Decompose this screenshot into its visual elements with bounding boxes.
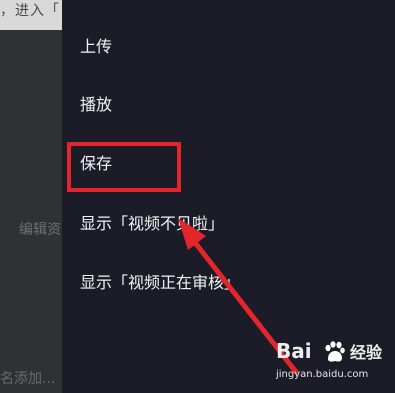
watermark-url: jingyan.baidu.com — [276, 369, 369, 380]
background-header: ，进入「 — [0, 0, 62, 30]
paw-icon — [325, 341, 345, 362]
menu-item-show-video-missing[interactable]: 显示「视频不见啦」 — [80, 211, 224, 237]
highlight-box — [67, 142, 181, 192]
background-bottom-hint: 名添加... — [0, 371, 56, 387]
background-app: ，进入「 编辑资 名添加... — [0, 0, 62, 393]
menu-item-upload[interactable]: 上传 — [80, 34, 112, 60]
watermark-brand-prefix: Bai — [276, 339, 312, 363]
watermark-brand-suffix: 经验 — [350, 343, 383, 362]
menu-item-show-video-reviewing[interactable]: 显示「视频正在审核」 — [80, 270, 240, 296]
background-edit-label: 编辑资 — [19, 222, 61, 238]
menu-item-play[interactable]: 播放 — [80, 92, 112, 118]
background-header-text: ，进入「 — [0, 3, 60, 19]
watermark: Bai 经验 jingyan.baidu.com — [276, 336, 390, 384]
screenshot: ，进入「 编辑资 名添加... 上传 播放 保存 显示「视频不见啦」 显示「视频… — [0, 0, 395, 393]
popup-menu: 上传 播放 保存 显示「视频不见啦」 显示「视频正在审核」 — [62, 0, 395, 393]
